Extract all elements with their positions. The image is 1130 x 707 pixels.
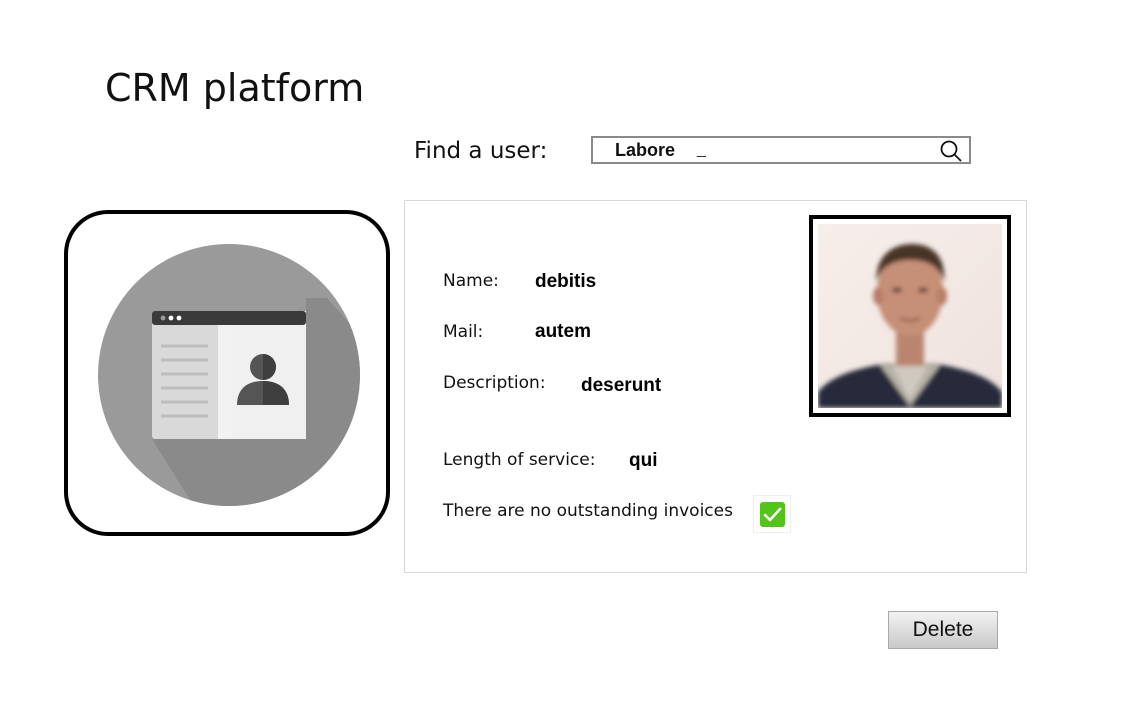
text-caret: _ [697,141,706,158]
user-details-card: Name: debitis Mail: autem Description: d… [404,200,1027,573]
search-label: Find a user: [414,138,548,164]
user-photo [809,215,1011,417]
length-of-service-value: qui [629,450,658,471]
length-of-service-label: Length of service: [443,450,596,470]
delete-button[interactable]: Delete [888,611,998,649]
user-search-box[interactable]: _ [591,136,971,164]
person-portrait [818,224,1002,408]
mail-label: Mail: [443,322,484,342]
page-title: CRM platform [105,66,365,110]
name-value: debitis [535,271,597,292]
search-input[interactable] [615,138,915,162]
search-icon[interactable] [939,140,963,162]
description-label: Description: [443,373,546,393]
checkmark-icon [760,502,785,527]
app-logo-frame [64,210,390,536]
invoices-label: There are no outstanding invoices [443,501,733,521]
description-value: deserunt [581,375,662,396]
contact-card-icon [98,244,360,506]
no-outstanding-invoices-checkbox[interactable] [753,495,791,533]
name-label: Name: [443,271,499,291]
mail-value: autem [535,321,591,342]
